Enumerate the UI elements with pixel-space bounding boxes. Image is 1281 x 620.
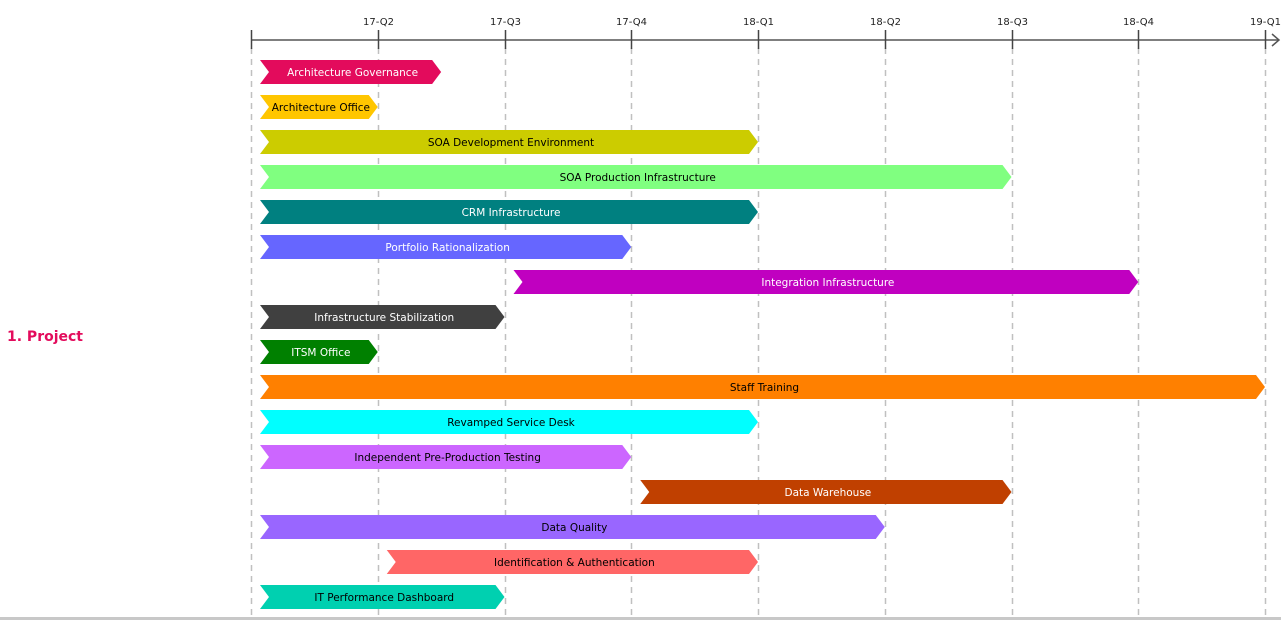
- tick-label: 18-Q2: [870, 17, 901, 28]
- task-label: Independent Pre-Production Testing: [354, 452, 541, 464]
- task-bar[interactable]: Staff Training: [260, 375, 1265, 399]
- task-bar[interactable]: Independent Pre-Production Testing: [260, 445, 632, 469]
- task-label: SOA Development Environment: [428, 137, 594, 149]
- tick-label: 17-Q2: [363, 17, 394, 28]
- task-label: Infrastructure Stabilization: [314, 312, 454, 324]
- task-bar[interactable]: Integration Infrastructure: [513, 270, 1139, 294]
- task-bar[interactable]: Data Quality: [260, 515, 885, 539]
- task-bar[interactable]: Architecture Governance: [260, 60, 442, 84]
- task-bar[interactable]: IT Performance Dashboard: [260, 585, 505, 609]
- task-label: Data Warehouse: [784, 487, 871, 499]
- task-bar[interactable]: SOA Production Infrastructure: [260, 165, 1012, 189]
- task-bar[interactable]: CRM Infrastructure: [260, 200, 758, 224]
- tick-label: 17-Q3: [490, 17, 521, 28]
- tick-label: 19-Q1: [1250, 17, 1281, 28]
- tick-label: 17-Q4: [616, 17, 647, 28]
- task-label: Architecture Office: [272, 102, 370, 114]
- task-bar[interactable]: Identification & Authentication: [386, 550, 758, 574]
- tick-label: 18-Q1: [743, 17, 774, 28]
- task-label: SOA Production Infrastructure: [560, 172, 716, 184]
- task-label: Identification & Authentication: [494, 557, 655, 569]
- task-label: Architecture Governance: [287, 67, 418, 79]
- tick-label: 18-Q3: [997, 17, 1028, 28]
- task-bar[interactable]: Infrastructure Stabilization: [260, 305, 505, 329]
- time-axis: 17-Q2 17-Q3 17-Q4 18-Q1 18-Q2 18-Q3 18-Q4 19-Q1: [250, 17, 1281, 49]
- task-bar[interactable]: Data Warehouse: [640, 480, 1012, 504]
- gantt-chart: 17-Q2 17-Q3 17-Q4 18-Q1 18-Q2 18-Q3 18-Q4 19-Q1…: [7, 17, 1281, 615]
- task-bar[interactable]: Revamped Service Desk: [260, 410, 758, 434]
- task-label: Portfolio Rationalization: [385, 242, 509, 254]
- task-bar[interactable]: SOA Development Environment: [260, 130, 758, 154]
- tick-label: 18-Q4: [1123, 17, 1154, 28]
- task-bar[interactable]: Architecture Office: [260, 95, 378, 119]
- task-label: CRM Infrastructure: [462, 207, 561, 219]
- task-label: Revamped Service Desk: [447, 417, 575, 429]
- group-label: 1. Project: [7, 329, 83, 345]
- task-bar[interactable]: Portfolio Rationalization: [260, 235, 632, 259]
- task-bar[interactable]: ITSM Office: [260, 340, 378, 364]
- task-label: Staff Training: [730, 382, 799, 394]
- task-label: IT Performance Dashboard: [314, 592, 454, 604]
- task-label: ITSM Office: [291, 347, 350, 359]
- task-label: Integration Infrastructure: [761, 277, 894, 289]
- task-bars: Architecture Governance Architecture Offi…: [260, 60, 1265, 609]
- task-label: Data Quality: [541, 522, 607, 534]
